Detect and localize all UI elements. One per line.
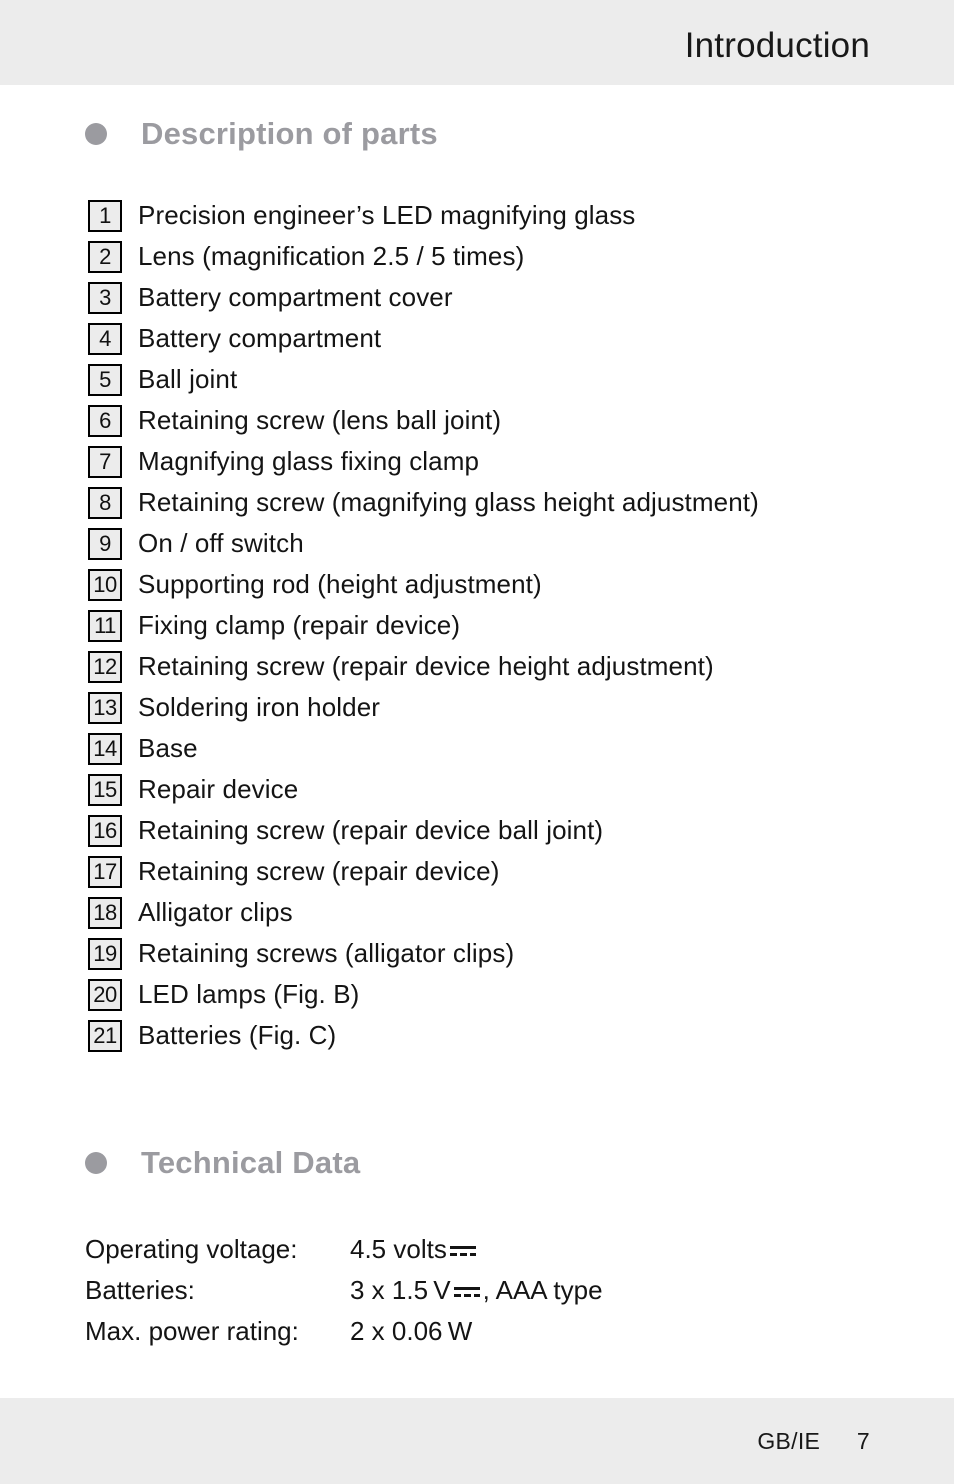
part-list-item: 13 Soldering iron holder (0, 690, 954, 731)
part-list-item: 2 Lens (magnification 2.5 / 5 times) (0, 239, 954, 280)
technical-data-value-text: 3 x 1.5 V (350, 1275, 451, 1305)
part-list-item: 19 Retaining screws (alligator clips) (0, 936, 954, 977)
part-list-item: 14 Base (0, 731, 954, 772)
part-number-box: 5 (88, 364, 122, 396)
part-number-box: 14 (88, 733, 122, 765)
part-label: Retaining screw (repair device ball join… (138, 815, 604, 845)
page-title: Introduction (684, 26, 870, 65)
part-number-box: 8 (88, 487, 122, 519)
part-label: Soldering iron holder (138, 692, 381, 722)
technical-data-table: Operating voltage: 4.5 volts Batteries: 3 … (0, 1232, 954, 1355)
part-number-box: 19 (88, 938, 122, 970)
section-heading-label: Description of parts (141, 116, 438, 151)
part-number-box: 6 (88, 405, 122, 437)
part-list-item: 17 Retaining screw (repair device) (0, 854, 954, 895)
part-list-item: 12 Retaining screw (repair device height … (0, 649, 954, 690)
technical-data-row: Max. power rating: 2 x 0.06 W (0, 1314, 954, 1355)
page-header-band: Introduction (0, 0, 954, 85)
part-number-box: 1 (88, 200, 122, 232)
part-label: Alligator clips (138, 897, 293, 927)
part-label: Battery compartment cover (138, 282, 453, 312)
part-number-box: 16 (88, 815, 122, 847)
part-list-item: 10 Supporting rod (height adjustment) (0, 567, 954, 608)
technical-data-value: 3 x 1.5 V , AAA type (350, 1273, 603, 1307)
part-number-box: 11 (88, 610, 122, 642)
part-label: Fixing clamp (repair device) (138, 610, 461, 640)
part-list-item: 20 LED lamps (Fig. B) (0, 977, 954, 1018)
part-number-box: 21 (88, 1020, 122, 1052)
footer-content: GB/IE 7 (757, 1428, 870, 1455)
part-number-box: 7 (88, 446, 122, 478)
section-heading-technical-data: Technical Data (85, 1145, 360, 1181)
technical-data-value-text: 2 x 0.06 W (350, 1316, 473, 1346)
part-label: Repair device (138, 774, 299, 804)
section-heading-label: Technical Data (141, 1145, 361, 1180)
dc-current-icon (449, 1244, 476, 1258)
part-number-box: 9 (88, 528, 122, 560)
part-number-box: 12 (88, 651, 122, 683)
footer-page-number: 7 (856, 1428, 870, 1454)
part-list-item: 7 Magnifying glass fixing clamp (0, 444, 954, 485)
part-list-item: 15 Repair device (0, 772, 954, 813)
part-list-item: 21 Batteries (Fig. C) (0, 1018, 954, 1059)
technical-data-label: Max. power rating: (85, 1316, 299, 1346)
part-label: Precision engineer’s LED magnifying glas… (138, 200, 636, 230)
part-list-item: 5 Ball joint (0, 362, 954, 403)
part-label: Magnifying glass fixing clamp (138, 446, 480, 476)
parts-list: 1 Precision engineer’s LED magnifying gla… (0, 198, 954, 1059)
part-list-item: 8 Retaining screw (magnifying glass heigh… (0, 485, 954, 526)
part-list-item: 16 Retaining screw (repair device ball jo… (0, 813, 954, 854)
section-heading-description-of-parts: Description of parts (85, 116, 438, 152)
part-label: Retaining screw (lens ball joint) (138, 405, 502, 435)
part-number-box: 20 (88, 979, 122, 1011)
part-label: Supporting rod (height adjustment) (138, 569, 542, 599)
part-list-item: 18 Alligator clips (0, 895, 954, 936)
part-label: Ball joint (138, 364, 238, 394)
part-label: Batteries (Fig. C) (138, 1020, 337, 1050)
filled-circle-bullet-icon (85, 123, 107, 145)
part-label: Retaining screw (repair device height ad… (138, 651, 714, 681)
part-label: LED lamps (Fig. B) (138, 979, 360, 1009)
filled-circle-bullet-icon (85, 1152, 107, 1174)
part-number-box: 13 (88, 692, 122, 724)
part-label: Retaining screw (repair device) (138, 856, 500, 886)
part-list-item: 3 Battery compartment cover (0, 280, 954, 321)
part-number-box: 3 (88, 282, 122, 314)
part-label: Battery compartment (138, 323, 382, 353)
part-label: Retaining screw (magnifying glass height… (138, 487, 759, 517)
technical-data-value-text: 4.5 volts (350, 1234, 447, 1264)
part-list-item: 6 Retaining screw (lens ball joint) (0, 403, 954, 444)
part-label: Lens (magnification 2.5 / 5 times) (138, 241, 525, 271)
technical-data-value: 2 x 0.06 W (350, 1314, 472, 1348)
part-number-box: 17 (88, 856, 122, 888)
part-number-box: 18 (88, 897, 122, 929)
part-number-box: 10 (88, 569, 122, 601)
technical-data-row: Batteries: 3 x 1.5 V , AAA type (0, 1273, 954, 1314)
part-list-item: 9 On / off switch (0, 526, 954, 567)
part-list-item: 11 Fixing clamp (repair device) (0, 608, 954, 649)
part-label: Base (138, 733, 198, 763)
technical-data-label: Batteries: (85, 1275, 195, 1305)
technical-data-value-suffix: , AAA type (482, 1275, 603, 1305)
technical-data-value: 4.5 volts (350, 1232, 479, 1266)
part-list-item: 1 Precision engineer’s LED magnifying gla… (0, 198, 954, 239)
part-label: Retaining screws (alligator clips) (138, 938, 515, 968)
dc-current-icon (453, 1285, 480, 1299)
footer-locale: GB/IE (757, 1428, 821, 1454)
part-number-box: 4 (88, 323, 122, 355)
technical-data-label: Operating voltage: (85, 1234, 298, 1264)
part-list-item: 4 Battery compartment (0, 321, 954, 362)
part-number-box: 2 (88, 241, 122, 273)
part-number-box: 15 (88, 774, 122, 806)
page-footer-band: GB/IE 7 (0, 1398, 954, 1484)
part-label: On / off switch (138, 528, 304, 558)
technical-data-row: Operating voltage: 4.5 volts (0, 1232, 954, 1273)
